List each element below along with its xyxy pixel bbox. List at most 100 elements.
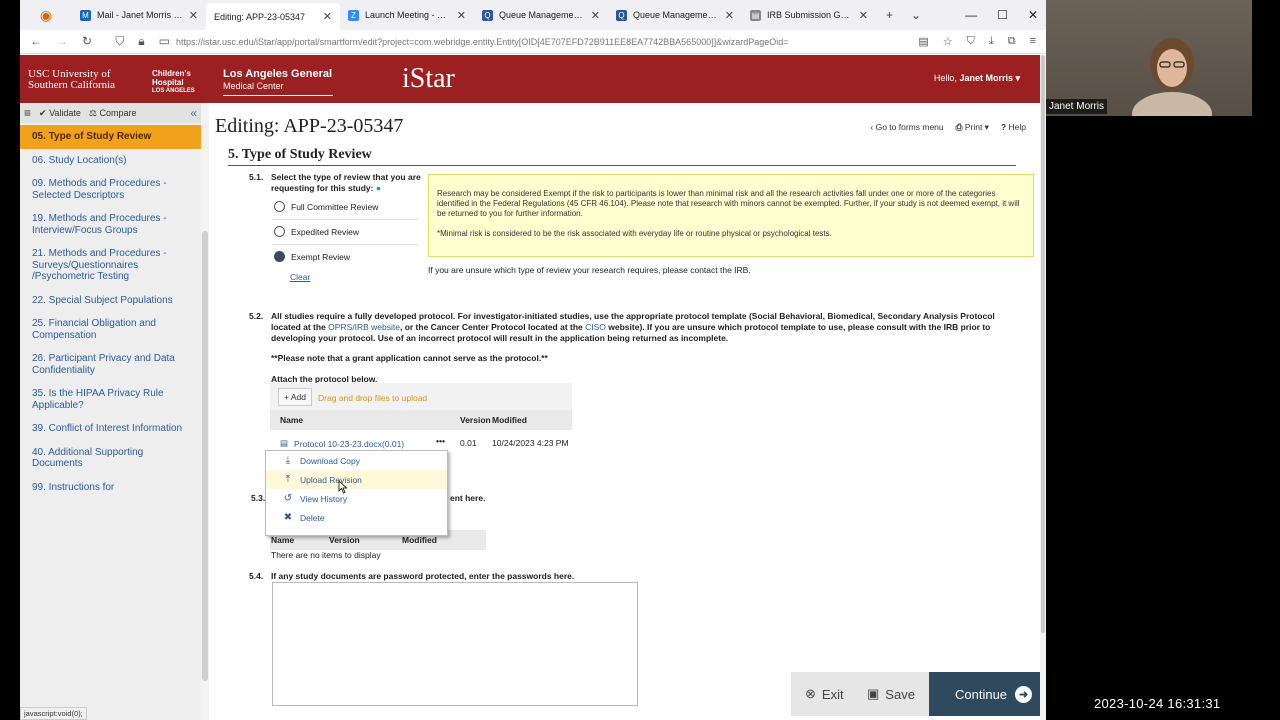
continue-button[interactable]: Continue ➜: [929, 672, 1046, 716]
collapse-icon[interactable]: «: [190, 106, 201, 120]
minimize-icon[interactable]: —: [965, 8, 977, 22]
close-tab-icon[interactable]: ✕: [859, 9, 868, 22]
page-scrollbar[interactable]: [1040, 55, 1046, 720]
menu-delete[interactable]: ✖ Delete: [266, 508, 447, 527]
nav-item-financial[interactable]: 25. Financial Obligation and Compensatio…: [20, 312, 201, 347]
menu-icon[interactable]: ≡: [1030, 35, 1036, 48]
bookmark-star-icon[interactable]: ☆: [943, 35, 953, 48]
print-menu[interactable]: ⎙ Print ▾: [956, 122, 989, 133]
menu-view-history[interactable]: ↺ View History: [266, 489, 447, 508]
site-banner: USC University of Southern California Ch…: [20, 55, 1046, 103]
reader-icon[interactable]: ▤: [918, 35, 928, 48]
nav-item-hipaa[interactable]: 35. Is the HIPAA Privacy Rule Applicable…: [20, 382, 201, 417]
upload-icon: ⤒: [285, 474, 291, 485]
q53-col-name[interactable]: Name: [271, 535, 294, 545]
radio-expedited[interactable]: Expedited Review: [274, 226, 359, 237]
clear-link[interactable]: Clear: [290, 272, 310, 282]
page-icon[interactable]: ▭: [159, 34, 170, 49]
ciso-link[interactable]: CISO: [585, 322, 606, 332]
pocket-icon[interactable]: ⛉: [967, 35, 975, 48]
go-to-forms-link[interactable]: ‹ Go to forms menu: [870, 122, 943, 133]
help-bubble-icon[interactable]: ●: [376, 183, 381, 193]
radio-circle[interactable]: [274, 226, 285, 237]
tab-irb[interactable]: ▤ IRB Submission Guidelines ✕: [742, 0, 876, 30]
q51-text: Select the type of review that you are r…: [271, 172, 421, 193]
passwords-textarea[interactable]: [272, 582, 638, 706]
help-link[interactable]: ? Help: [1001, 122, 1026, 133]
chla-logo-line3: LOS ANGELES: [152, 88, 195, 94]
oprs-irb-link[interactable]: OPRS/IRB website: [328, 322, 400, 332]
col-modified[interactable]: Modified: [492, 415, 527, 425]
close-tab-icon[interactable]: ✕: [189, 9, 198, 22]
back-icon[interactable]: ←: [30, 34, 42, 49]
file-row-name[interactable]: ▤ Protocol 10-23-23.docx(0.01): [280, 438, 404, 449]
new-tab-icon[interactable]: +: [886, 8, 893, 22]
lock-icon[interactable]: 🔒︎: [138, 34, 144, 49]
radio-circle[interactable]: [274, 201, 285, 212]
nav-item-type-of-study-review[interactable]: 05. Type of Study Review: [20, 125, 201, 149]
hamburger-icon[interactable]: ≡: [24, 106, 31, 120]
tab-zoom[interactable]: Z Launch Meeting - Zoom ✕: [340, 0, 474, 30]
tab-editing[interactable]: Editing: APP-23-05347 ✕: [206, 3, 340, 30]
file-actions-icon[interactable]: •••: [436, 436, 445, 446]
nav-item-additional-docs[interactable]: 40. Additional Supporting Documents: [20, 441, 201, 476]
tab-queue-1[interactable]: Q Queue Management Workb... ✕: [474, 0, 608, 30]
video-thumbnail[interactable]: Janet Morris: [1046, 0, 1252, 116]
nav-item-study-location[interactable]: 06. Study Location(s): [20, 149, 201, 173]
list-tabs-icon[interactable]: ⌄: [911, 8, 921, 22]
close-tab-icon[interactable]: ✕: [725, 9, 734, 22]
chla-logo-line2: Hospital: [152, 78, 184, 87]
nav-item-methods-interview[interactable]: 19. Methods and Procedures - Interview/F…: [20, 207, 201, 242]
tab-queue-2[interactable]: Q Queue Management Workb... ✕: [608, 0, 742, 30]
radio-label: Expedited Review: [291, 226, 360, 237]
compare-label: Compare: [99, 107, 137, 118]
nav-item-instructions[interactable]: 99. Instructions for: [20, 476, 201, 500]
nav-item-methods-surveys[interactable]: 21. Methods and Procedures - Surveys/Que…: [20, 242, 201, 289]
validate-label: Validate: [49, 107, 81, 118]
greeting-text: Hello,: [933, 73, 957, 83]
user-menu[interactable]: Janet Morris ▾: [959, 73, 1020, 83]
exit-button[interactable]: ⊗ Exit: [791, 672, 859, 716]
nav-item-special-populations[interactable]: 22. Special Subject Populations: [20, 289, 201, 313]
tab-outlook[interactable]: M Mail - Janet Morris - Outlook ✕: [72, 0, 206, 30]
forward-icon[interactable]: →: [56, 34, 68, 49]
reload-icon[interactable]: ↻: [82, 34, 92, 49]
col-version[interactable]: Version: [460, 415, 491, 425]
maximize-icon[interactable]: ☐: [997, 8, 1008, 22]
close-tab-icon[interactable]: ✕: [457, 9, 466, 22]
close-window-icon[interactable]: ✕: [1028, 8, 1038, 22]
q53-col-version[interactable]: Version: [329, 535, 360, 545]
firefox-menu-icon[interactable]: ◉: [20, 0, 72, 30]
arrow-right-icon: ➜: [1015, 685, 1033, 703]
radio-full-committee[interactable]: Full Committee Review: [274, 201, 378, 212]
status-bar: javascript:void(0);: [20, 707, 87, 720]
upload-area[interactable]: + Add Drag and drop files to upload: [270, 383, 572, 411]
address-input[interactable]: https://istar.usc.edu/iStar/app/portal/s…: [170, 37, 918, 47]
q53-col-modified[interactable]: Modified: [402, 535, 437, 545]
add-file-button[interactable]: + Add: [278, 388, 312, 406]
shield-icon[interactable]: ⛉: [115, 34, 124, 49]
nav-item-conflict[interactable]: 39. Conflict of Interest Information: [20, 417, 201, 441]
radio-circle-selected[interactable]: [274, 251, 285, 262]
nav-item-privacy[interactable]: 26. Participant Privacy and Data Confide…: [20, 347, 201, 382]
menu-upload-revision[interactable]: ⤒ Upload Revision: [266, 470, 447, 489]
q52-text-b: , or the Cancer Center Protocol located …: [399, 322, 586, 332]
save-button[interactable]: ▣ Save: [859, 672, 929, 716]
close-tab-icon[interactable]: ✕: [591, 9, 600, 22]
nav-item-methods-descriptors[interactable]: 09. Methods and Procedures - Selected De…: [20, 172, 201, 207]
extensions-icon[interactable]: ⧉: [1008, 35, 1016, 48]
compare-button[interactable]: ⚖︎ Compare: [89, 108, 137, 119]
scrollbar-thumb[interactable]: [202, 231, 208, 681]
download-icon[interactable]: ⤓: [989, 35, 994, 48]
file-name-link[interactable]: Protocol 10-23-23.docx(0.01): [294, 439, 404, 449]
menu-download-copy[interactable]: ⤓ Download Copy: [266, 451, 447, 470]
close-tab-icon[interactable]: ✕: [323, 10, 332, 23]
left-nav-scrollbar[interactable]: [201, 103, 209, 720]
user-greeting[interactable]: Hello, Janet Morris ▾: [934, 73, 1020, 84]
validate-button[interactable]: ✔︎ Validate: [39, 108, 81, 119]
col-name[interactable]: Name: [280, 415, 303, 425]
radio-exempt[interactable]: Exempt Review: [274, 251, 350, 262]
page-scrollbar-thumb[interactable]: [1041, 55, 1045, 633]
window-controls: — ☐ ✕: [965, 0, 1046, 30]
drag-drop-hint[interactable]: Drag and drop files to upload: [318, 393, 427, 403]
